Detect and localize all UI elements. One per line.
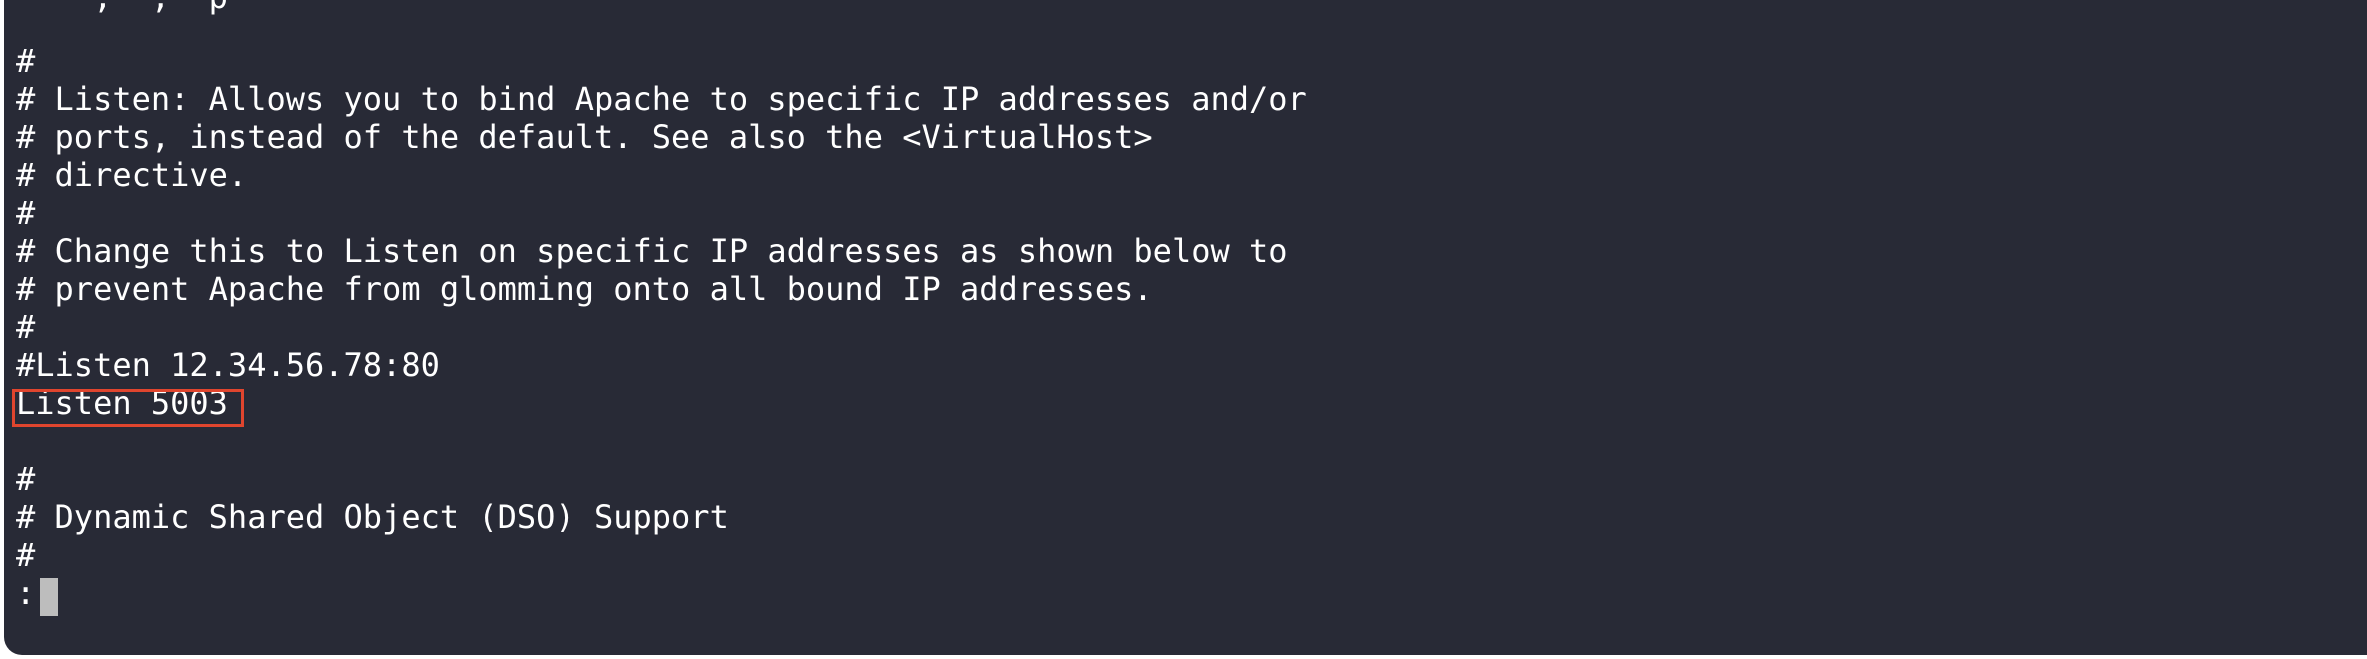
terminal-line: # Change this to Listen on specific IP a… bbox=[16, 232, 1288, 270]
terminal-line: # prevent Apache from glomming onto all … bbox=[16, 270, 1153, 308]
text-cursor bbox=[40, 578, 58, 616]
terminal-line: # ports, instead of the default. See als… bbox=[16, 118, 1153, 156]
terminal-line-partial: , , p bbox=[16, 0, 228, 16]
terminal-line: # bbox=[16, 460, 36, 498]
terminal-line: # bbox=[16, 194, 36, 232]
terminal-line: # bbox=[16, 308, 36, 346]
terminal-line: # Listen: Allows you to bind Apache to s… bbox=[16, 80, 1307, 118]
terminal-window[interactable]: , , p # # Listen: Allows you to bind Apa… bbox=[4, 0, 2367, 655]
terminal-line: # bbox=[16, 42, 36, 80]
highlight-annotation-box bbox=[12, 389, 244, 427]
terminal-line: # directive. bbox=[16, 156, 248, 194]
terminal-line: #Listen 12.34.56.78:80 bbox=[16, 346, 440, 384]
command-prompt[interactable]: : bbox=[16, 574, 35, 612]
terminal-line: # Dynamic Shared Object (DSO) Support bbox=[16, 498, 729, 536]
terminal-line: # bbox=[16, 536, 36, 574]
